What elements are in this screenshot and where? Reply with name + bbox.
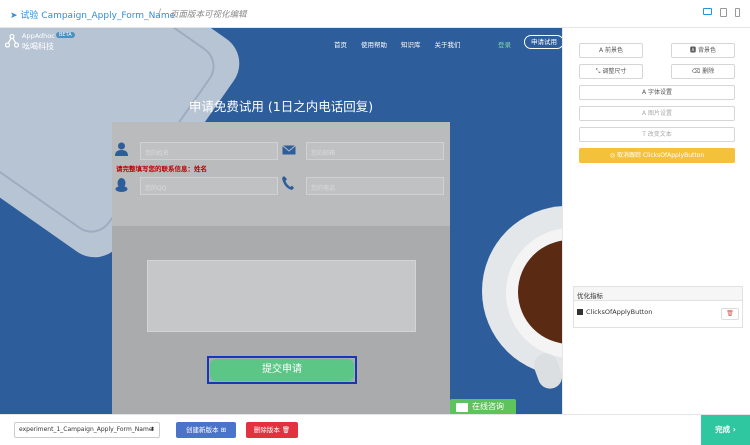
tablet-icon[interactable] [720, 8, 727, 17]
font-settings-button[interactable]: A 字体设置 [579, 85, 735, 100]
done-button[interactable]: 完成 › [701, 415, 750, 445]
eraser-icon: ⌫ [691, 68, 703, 75]
experiment-title[interactable]: ➤ 试验 Campaign_Apply_Form_Name [10, 8, 175, 21]
nav-item-help[interactable]: 使用帮助 [361, 39, 387, 49]
page-headline: 申请免费试用 (1日之内电话回复) [188, 99, 374, 114]
user-icon [115, 142, 128, 156]
foreground-color-button[interactable]: A 前景色 [579, 43, 643, 58]
chat-icon [456, 403, 468, 412]
delete-button[interactable]: ⌫ 删除 [671, 64, 735, 79]
apply-form: 您的姓名 您的邮箱 请完整填写您的联系信息：姓名 您的QQ 您的电话 提交申请 [112, 122, 450, 414]
site-header: AppAdhoc BETA 吆喝科技 首页 使用帮助 知识库 关于我们 登录 申… [0, 28, 562, 58]
logo-text-cn: 吆喝科技 [22, 42, 54, 51]
metric-label: ClicksOfApplyButton [586, 308, 653, 316]
desktop-icon[interactable] [703, 8, 712, 15]
cancel-tracking-button[interactable]: ◎ 取消跟踪 ClicksOfApplyButton [579, 148, 735, 163]
phone-icon[interactable] [735, 8, 740, 17]
change-text-button[interactable]: T 改变文本 [579, 127, 735, 142]
qq-icon [115, 178, 128, 192]
target-icon: ◎ [609, 152, 617, 159]
trash-icon: 🗑 [281, 426, 291, 434]
page-canvas: AppAdhoc BETA 吆喝科技 首页 使用帮助 知识库 关于我们 登录 申… [0, 28, 562, 414]
create-version-button[interactable]: 创建新版本 ⊞ [176, 422, 236, 438]
phone-input[interactable]: 您的电话 [306, 177, 444, 195]
trash-icon[interactable]: 🗑 [721, 308, 739, 320]
background-color-button[interactable]: 🅰 背景色 [671, 43, 735, 58]
submit-application-button[interactable]: 提交申请 [210, 359, 354, 381]
selected-element-outline: 提交申请 [207, 356, 357, 384]
chevron-down-icon: ⬍ [149, 426, 155, 433]
login-link[interactable]: 登录 [498, 39, 511, 49]
beta-badge: BETA [56, 32, 75, 38]
form-fields-area [112, 122, 450, 226]
qq-input[interactable]: 您的QQ [140, 177, 278, 195]
resize-button[interactable]: ⤡ 调整尺寸 [579, 64, 643, 79]
plus-icon: ⊞ [220, 426, 227, 434]
nav-item-knowledge[interactable]: 知识库 [401, 39, 421, 49]
name-input[interactable]: 您的姓名 [140, 142, 278, 160]
metric-row: ClicksOfApplyButton [577, 308, 652, 316]
background-icon: 🅰 [690, 47, 698, 54]
site-nav: 首页 使用帮助 知识库 关于我们 [334, 39, 461, 49]
logo-text-en: AppAdhoc [22, 32, 55, 40]
device-switcher [703, 8, 740, 17]
email-input[interactable]: 您的邮箱 [306, 142, 444, 160]
metric-checkbox[interactable] [577, 309, 583, 315]
apply-trial-button[interactable]: 申请试用 [524, 35, 562, 49]
delete-version-button[interactable]: 删除版本 🗑 [246, 422, 298, 438]
mail-icon [282, 145, 296, 155]
nav-item-home[interactable]: 首页 [334, 39, 347, 49]
nav-item-about[interactable]: 关于我们 [435, 39, 461, 49]
metrics-title: 优化指标 [577, 292, 603, 300]
chevron-right-icon: › [732, 425, 736, 434]
message-textarea[interactable] [147, 260, 416, 332]
edit-panel: A 前景色 🅰 背景色 ⤡ 调整尺寸 ⌫ 删除 A 字体设置 A 图片设置 T … [562, 28, 750, 414]
editor-bottombar: experiment_1_Campaign_Apply_Form_Name ⬍ … [0, 414, 750, 445]
phone-icon [282, 176, 294, 190]
form-error-message: 请完整填写您的联系信息：姓名 [116, 165, 207, 173]
appadhoc-logo-icon [5, 34, 19, 48]
page-subtitle: 页面版本可视化编辑 [170, 10, 247, 20]
breadcrumb-separator: / [158, 8, 162, 18]
version-select[interactable]: experiment_1_Campaign_Apply_Form_Name ⬍ [14, 422, 160, 438]
image-settings-button[interactable]: A 图片设置 [579, 106, 735, 121]
send-icon: ➤ [10, 11, 18, 21]
editor-topbar: ➤ 试验 Campaign_Apply_Form_Name / 页面版本可视化编… [0, 0, 750, 28]
online-chat-button[interactable]: 在线咨询 [450, 399, 516, 414]
